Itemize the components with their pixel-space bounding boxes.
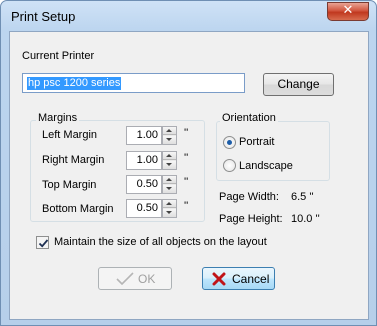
spin-down-icon[interactable] <box>163 136 176 144</box>
maintain-size-checkbox[interactable] <box>36 236 49 249</box>
orientation-group-title: Orientation <box>220 112 278 124</box>
bottom-margin-unit: '' <box>184 200 189 212</box>
top-margin-spinner[interactable] <box>162 175 177 194</box>
landscape-radio[interactable] <box>223 159 236 172</box>
spin-down-icon[interactable] <box>163 161 176 169</box>
x-icon <box>212 272 226 286</box>
spin-up-icon[interactable] <box>163 200 176 208</box>
spin-up-icon[interactable] <box>163 127 176 135</box>
spin-down-icon[interactable] <box>163 209 176 217</box>
current-printer-label: Current Printer <box>22 50 95 62</box>
top-margin-label: Top Margin <box>42 179 97 191</box>
right-margin-label: Right Margin <box>42 154 105 166</box>
left-margin-unit: '' <box>184 127 189 139</box>
right-margin-field[interactable]: 1.00 <box>126 151 162 170</box>
window-title: Print Setup <box>11 9 76 24</box>
landscape-label[interactable]: Landscape <box>239 160 293 172</box>
bottom-margin-field[interactable]: 0.50 <box>126 199 162 218</box>
change-button[interactable]: Change <box>263 73 334 96</box>
ok-button[interactable]: OK <box>98 267 172 290</box>
left-margin-label: Left Margin <box>42 129 98 141</box>
right-margin-unit: '' <box>184 152 189 164</box>
check-icon <box>116 272 134 286</box>
cancel-label: Cancel <box>232 272 270 286</box>
close-button[interactable]: ✕ <box>327 2 369 21</box>
spin-up-icon[interactable] <box>163 176 176 184</box>
page-height-value: 10.0 '' <box>291 213 320 225</box>
right-margin-spinner[interactable] <box>162 151 177 170</box>
cancel-button[interactable]: Cancel <box>202 267 275 290</box>
bottom-margin-label: Bottom Margin <box>42 203 114 215</box>
page-height-label: Page Height: <box>219 213 283 225</box>
bottom-margin-spinner[interactable] <box>162 199 177 218</box>
orientation-group <box>216 121 330 181</box>
left-margin-field[interactable]: 1.00 <box>126 126 162 145</box>
close-icon: ✕ <box>342 3 354 18</box>
spin-down-icon[interactable] <box>163 185 176 193</box>
margins-group-title: Margins <box>36 112 80 124</box>
printer-name-field[interactable]: hp psc 1200 series <box>22 73 245 93</box>
ok-label: OK <box>138 272 156 286</box>
printer-name-value: hp psc 1200 series <box>27 77 122 90</box>
checkmark-icon <box>38 239 49 248</box>
page-width-value: 6.5 '' <box>291 191 314 203</box>
page-width-label: Page Width: <box>219 191 279 203</box>
portrait-label[interactable]: Portrait <box>239 136 274 148</box>
maintain-size-label[interactable]: Maintain the size of all objects on the … <box>54 236 267 248</box>
left-margin-spinner[interactable] <box>162 126 177 145</box>
top-margin-unit: '' <box>184 176 189 188</box>
portrait-radio[interactable] <box>223 136 236 149</box>
spin-up-icon[interactable] <box>163 152 176 160</box>
top-margin-field[interactable]: 0.50 <box>126 175 162 194</box>
